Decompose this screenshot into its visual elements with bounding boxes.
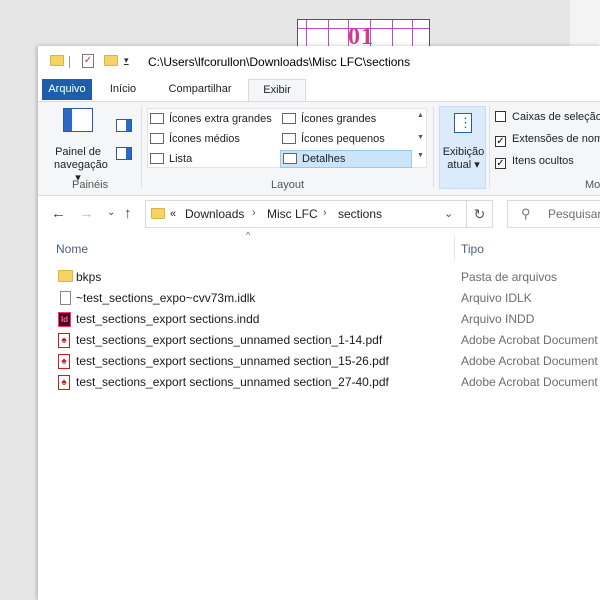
customize-dropdown-icon[interactable]: ▾̲ [124,55,129,66]
background-panel [570,0,600,46]
list-item[interactable]: ~test_sections_expo~cvv73m.idlk Arquivo … [38,288,600,309]
file-icon [60,291,71,305]
details-icon [283,153,297,164]
small-icons-icon [282,133,296,144]
file-name: test_sections_export sections_unnamed se… [76,354,389,368]
layout-gallery: Ícones extra grandes Ícones grandes Ícon… [147,108,427,168]
scroll-up-icon[interactable]: ▲ [417,112,424,119]
sort-by-icon [454,113,472,133]
list-item[interactable]: ♠ test_sections_export sections_unnamed … [38,372,600,393]
folder-icon [58,270,73,282]
list-item[interactable]: bkps Pasta de arquivos [38,267,600,288]
breadcrumb-separator-icon[interactable]: › [323,207,327,219]
sort-ascending-icon: ^ [246,230,251,240]
breadcrumb-misc-lfc[interactable]: Misc LFC [267,207,318,221]
title-bar: ✓ ▾̲ C:\Users\lfcorullon\Downloads\Misc … [38,46,600,78]
tab-inicio[interactable]: Início [96,79,150,100]
extra-large-icons-icon [150,113,164,124]
breadcrumb-downloads[interactable]: Downloads [185,207,244,221]
pdf-icon: ♠ [58,354,70,369]
navigation-bar: ← → ⌄ ↑ « Downloads › Misc LFC › section… [38,199,600,229]
tab-exibir[interactable]: Exibir [248,79,306,101]
group-label-panes: Painéis [72,179,109,191]
file-type: Adobe Acrobat Document [461,333,598,347]
divider [433,106,434,188]
details-pane-icon[interactable] [116,147,132,160]
refresh-button[interactable]: ↻ [467,200,493,228]
pdf-icon: ♠ [58,333,70,348]
address-bar[interactable]: « Downloads › Misc LFC › sections ⌄ [145,200,467,228]
recent-locations-icon[interactable]: ⌄ [107,207,115,218]
search-icon: ⚲ [521,206,531,221]
forward-icon[interactable]: → [79,205,94,222]
search-placeholder: Pesquisar [548,207,600,221]
background-document-page: 01 [297,19,430,49]
layout-list[interactable]: Lista [150,150,280,168]
layout-details[interactable]: Detalhes [280,150,412,168]
search-box[interactable]: ⚲ Pesquisar [507,200,600,228]
layout-large-icons[interactable]: Ícones grandes [282,110,412,128]
list-icon [150,153,164,164]
layout-extra-large-icons[interactable]: Ícones extra grandes [150,110,280,128]
list-item[interactable]: ♠ test_sections_export sections_unnamed … [38,330,600,351]
file-type: Adobe Acrobat Document [461,375,598,389]
checkbox-hidden-items[interactable]: ✓ Itens ocultos [495,153,574,169]
file-explorer-window: ✓ ▾̲ C:\Users\lfcorullon\Downloads\Misc … [38,46,600,600]
column-header-type[interactable]: Tipo [461,242,484,256]
pdf-icon: ♠ [58,375,70,390]
list-item[interactable]: Id test_sections_export sections.indd Ar… [38,309,600,330]
group-label-show-hide: Mo [585,179,600,191]
column-divider[interactable] [454,236,455,260]
file-name: bkps [76,270,102,284]
new-folder-icon[interactable] [104,55,118,66]
breadcrumb-sections[interactable]: sections [338,207,382,221]
up-icon[interactable]: ↑ [124,205,132,222]
file-name: test_sections_export sections_unnamed se… [76,375,389,389]
file-type: Pasta de arquivos [461,270,558,284]
checkbox[interactable] [495,111,506,122]
window-title-path: C:\Users\lfcorullon\Downloads\Misc LFC\s… [148,55,411,69]
refresh-icon: ↻ [473,206,486,222]
layout-gallery-scroll[interactable]: ▲ ▼ ▼ [414,108,427,168]
checkbox-item-check-boxes[interactable]: Caixas de seleção [495,109,600,125]
file-name: test_sections_export sections_unnamed se… [76,333,383,347]
ribbon: Painel de navegação ▾ Painéis Ícones ext… [38,101,600,196]
file-type: Arquivo INDD [461,312,535,326]
large-icons-icon [282,113,296,124]
column-header-name[interactable]: Nome [56,242,88,256]
file-type: Adobe Acrobat Document [461,354,598,368]
divider [141,106,142,188]
checkbox[interactable]: ✓ [495,158,506,169]
group-label-layout: Layout [271,179,305,191]
breadcrumb-separator-icon[interactable]: › [252,207,256,219]
overflow-chevron-icon[interactable]: « [170,208,176,220]
indesign-icon: Id [58,312,71,327]
divider [69,56,70,68]
tab-compartilhar[interactable]: Compartilhar [154,79,246,100]
address-history-dropdown-icon[interactable]: ⌄ [444,207,453,220]
file-name: test_sections_export sections.indd [76,312,260,326]
file-type: Arquivo IDLK [461,291,532,305]
checkbox[interactable]: ✓ [495,136,506,147]
ribbon-tabs: Arquivo Início Compartilhar Exibir [38,78,600,101]
folder-icon [151,208,165,219]
list-item[interactable]: ♠ test_sections_export sections_unnamed … [38,351,600,372]
layout-small-icons[interactable]: Ícones pequenos [282,130,412,148]
scroll-down-icon[interactable]: ▼ [417,134,424,141]
file-name: ~test_sections_expo~cvv73m.idlk [76,291,256,305]
column-headers: ^ Nome Tipo [38,230,600,262]
folder-icon [50,55,64,66]
checkbox-file-name-extensions[interactable]: ✓Extensões de nomes [495,131,600,147]
layout-medium-icons[interactable]: Ícones médios [150,130,280,148]
current-view-button[interactable]: Exibição atual ▾ [439,106,486,189]
medium-icons-icon [150,133,164,144]
navigation-pane-icon[interactable] [63,108,93,132]
divider [489,106,490,188]
back-icon[interactable]: ← [51,205,66,222]
tab-arquivo[interactable]: Arquivo [42,79,92,100]
properties-icon[interactable]: ✓ [82,54,94,68]
expand-gallery-icon[interactable]: ▼ [417,152,424,159]
preview-pane-icon[interactable] [116,119,132,132]
